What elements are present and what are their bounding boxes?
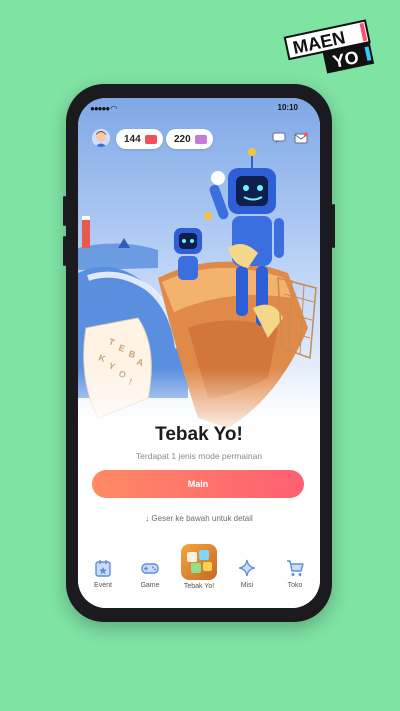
sparkle-icon	[238, 559, 256, 577]
chat-icon[interactable]	[272, 132, 286, 144]
status-bar: ●●●●● ◠ 10:10	[78, 98, 320, 118]
mail-icon[interactable]	[294, 132, 308, 144]
nav-label-misi: Misi	[240, 582, 254, 589]
play-button-label: Main	[187, 479, 209, 489]
game-title: Tebak Yo!	[155, 424, 243, 445]
status-time: 10:10	[277, 103, 298, 112]
red-ticket-balance[interactable]: 144	[116, 129, 163, 149]
nav-item-toko[interactable]: Toko	[271, 550, 319, 589]
nav-label-event: Event	[94, 582, 112, 589]
purple-ticket-count: 220	[174, 133, 191, 145]
play-button[interactable]: Main	[92, 470, 304, 498]
nav-item-tebak-yo[interactable]: Tebak Yo!	[175, 544, 223, 590]
brand-line2: YO	[331, 47, 361, 72]
tebak-yo-icon	[181, 544, 217, 580]
nav-label-tebak-yo: Tebak Yo!	[183, 583, 215, 590]
phone-side-button	[63, 236, 66, 266]
signal-icon: ●●●●● ◠	[90, 104, 117, 113]
phone-side-button	[63, 196, 66, 226]
gamepad-icon	[141, 563, 159, 574]
game-subtitle: Terdapat 1 jenis mode permainan	[135, 451, 263, 461]
nav-label-game: Game	[140, 582, 160, 589]
ticket-icon	[194, 134, 207, 144]
nav-item-misi[interactable]: Misi	[223, 550, 271, 589]
app-screen: T E B A K Y O !	[78, 98, 320, 608]
scroll-hint: ↓ Geser ke bawah untuk detail	[78, 514, 320, 523]
avatar[interactable]	[92, 129, 110, 147]
avatar-icon	[92, 129, 110, 147]
cart-icon	[287, 560, 304, 576]
nav-item-game[interactable]: Game	[126, 550, 174, 589]
bottom-nav: Event Game Tebak Yo! Misi Toko	[78, 544, 320, 608]
maen-yo-logo: MAEN YO	[282, 18, 382, 78]
phone-power-button	[332, 204, 335, 248]
scroll-hint-text: Geser ke bawah untuk detail	[151, 514, 253, 523]
top-bar: 144 220	[78, 126, 320, 152]
nav-item-event[interactable]: Event	[79, 550, 127, 589]
phone-frame: T E B A K Y O !	[63, 84, 335, 622]
ticket-icon	[144, 134, 157, 144]
event-icon	[95, 560, 111, 577]
nav-label-toko: Toko	[287, 582, 303, 589]
red-ticket-count: 144	[124, 133, 141, 145]
purple-ticket-balance[interactable]: 220	[166, 129, 213, 149]
